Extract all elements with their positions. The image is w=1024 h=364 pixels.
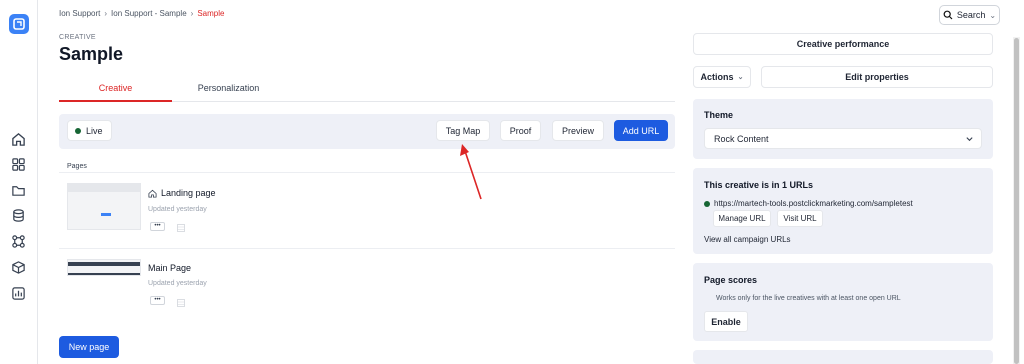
page-title: Sample [59,44,124,64]
chevron-down-icon: ⌄ [989,10,997,20]
home-icon[interactable] [10,131,26,147]
more-options-button[interactable]: ••• [150,222,165,231]
add-url-button[interactable]: Add URL [614,120,668,141]
live-dot-icon [75,127,81,134]
theme-title: Theme [704,110,734,120]
app-logo-icon[interactable] [9,14,29,34]
page-scores-note: Works only for the live creatives with a… [716,295,901,302]
list-item[interactable]: Landing page Updated yesterday ••• [59,172,675,248]
page-updated: Updated yesterday [148,280,207,287]
live-dot-icon [704,200,710,207]
integrations-icon[interactable] [10,233,26,249]
page-kicker: CREATIVE [59,34,96,41]
theme-select[interactable]: Rock Content [704,128,982,149]
page-name[interactable]: Landing page [148,188,216,198]
more-options-button[interactable]: ••• [150,296,165,305]
thumbnail-button [101,213,111,216]
folder-icon[interactable] [10,182,26,198]
cube-icon[interactable] [10,259,26,275]
chevron-right-icon: › [104,9,108,18]
list-item[interactable]: Main Page Updated yesterday ••• [59,248,675,322]
page-scores-title: Page scores [704,275,758,285]
actions-dropdown[interactable]: Actions ⌄ [693,66,751,88]
breadcrumb-item[interactable]: Ion Support - Sample [111,9,187,18]
tab-creative[interactable]: Creative [59,83,172,102]
tab-bar: Creative Personalization [59,83,675,102]
thumbnail-header [68,184,140,192]
database-icon[interactable] [10,207,26,223]
view-all-urls-link[interactable]: View all campaign URLs [704,235,791,244]
thumbnail-header [68,262,140,266]
copy-icon[interactable] [177,299,185,307]
breadcrumb-item[interactable]: Ion Support [59,9,100,18]
chevron-down-icon [966,137,973,142]
preview-button[interactable]: Preview [552,120,604,141]
page-updated: Updated yesterday [148,206,207,213]
pages-section-label: Pages [67,163,87,170]
tag-map-button[interactable]: Tag Map [436,120,490,141]
live-status-badge: Live [67,120,112,141]
search-button[interactable]: Search ⌄ [939,5,1000,25]
theme-selected: Rock Content [714,133,769,144]
breadcrumb: Ion Support › Ion Support - Sample › Sam… [59,9,224,18]
page-scores-panel: Page scores Works only for the live crea… [693,263,993,341]
creative-status-bar: Live Tag Map Proof Preview Add URL [59,114,675,149]
analytics-icon[interactable] [10,285,26,301]
search-icon [943,10,953,20]
copy-icon[interactable] [177,224,185,232]
url-text[interactable]: https://martech-tools.postclickmarketing… [714,199,913,208]
scrollbar-thumb[interactable] [1014,38,1019,364]
chevron-down-icon: ⌄ [737,74,744,81]
page-name-label: Landing page [161,188,216,198]
home-icon [148,189,157,198]
enable-button[interactable]: Enable [704,311,748,332]
breadcrumb-current: Sample [197,9,225,18]
urls-panel: This creative is in 1 URLs https://marte… [693,168,993,254]
page-thumbnail[interactable] [67,259,141,276]
proof-button[interactable]: Proof [500,120,541,141]
search-label: Search [956,10,986,20]
chevron-right-icon: › [190,9,194,18]
page-thumbnail[interactable] [67,183,141,230]
actions-label: Actions [700,72,734,82]
thumbnail-footer [68,273,140,275]
visit-url-button[interactable]: Visit URL [777,210,823,227]
grid-icon[interactable] [10,156,26,172]
page-name-label: Main Page [148,263,192,273]
next-panel [693,350,993,364]
manage-url-button[interactable]: Manage URL [713,210,771,227]
theme-panel: Theme Rock Content [693,99,993,159]
left-rail [0,0,38,364]
tab-personalization[interactable]: Personalization [172,83,285,102]
edit-properties-button[interactable]: Edit properties [761,66,993,88]
new-page-button[interactable]: New page [59,336,119,358]
urls-title: This creative is in 1 URLs [704,180,814,190]
page-name[interactable]: Main Page [148,263,191,273]
live-label: Live [86,125,103,136]
creative-performance-button[interactable]: Creative performance [693,33,993,55]
url-entry: https://martech-tools.postclickmarketing… [704,199,913,208]
